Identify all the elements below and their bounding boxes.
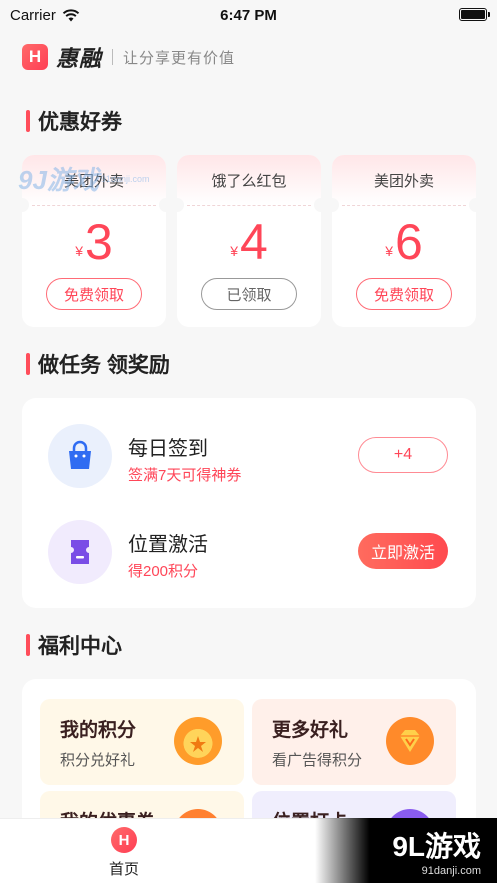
wifi-icon: [62, 8, 80, 21]
coupon-amount: ¥ 6: [332, 216, 476, 268]
home-icon: H: [111, 827, 137, 853]
watermark-top: 9J游戏 91danji.com: [18, 160, 149, 197]
coupon-card[interactable]: 饿了么红包 ¥ 4 已领取: [177, 155, 321, 327]
coupon-notch: [469, 198, 476, 212]
welfare-title: 更多好礼: [272, 720, 349, 741]
coupon-value: 3: [84, 214, 113, 270]
welfare-subtitle: 看广告得积分: [272, 752, 363, 769]
claimed-button[interactable]: 已领取: [201, 278, 297, 310]
welfare-subtitle: 积分兑好礼: [60, 752, 136, 769]
shopping-bag-icon: [48, 424, 112, 488]
tab-label: 首页: [108, 861, 139, 878]
section-accent-bar: [26, 353, 30, 375]
task-item-daily-checkin: 每日签到 签满7天可得神券 +4: [22, 410, 476, 500]
watermark-bottom: 9L游戏 91danji.com: [315, 818, 497, 883]
watermark-text: 9J游戏: [18, 165, 99, 195]
claim-button[interactable]: 免费领取: [356, 278, 452, 310]
section-accent-bar: [26, 634, 30, 656]
coupon-notch: [314, 198, 321, 212]
section-title-text: 优惠好券: [38, 111, 122, 134]
task-item-location-activate: 位置激活 得200积分 立即激活: [22, 506, 476, 596]
coupon-amount: ¥ 4: [177, 216, 321, 268]
coupon-separator: [32, 205, 156, 206]
coupon-card[interactable]: 美团外卖 ¥ 6 免费领取: [332, 155, 476, 327]
task-subtitle: 签满7天可得神券: [128, 467, 242, 484]
section-title-tasks: 做任务 领奖励: [26, 349, 170, 379]
activate-button[interactable]: 立即激活: [358, 533, 448, 569]
ticket-icon: [48, 520, 112, 584]
watermark-url: 91danji.com: [100, 173, 150, 184]
watermark-text: 9L游戏: [392, 830, 481, 862]
status-bar: Carrier 6:47 PM: [0, 0, 497, 30]
task-subtitle: 得200积分: [128, 563, 199, 580]
welfare-title: 我的积分: [60, 720, 137, 741]
section-accent-bar: [26, 110, 30, 132]
app-logo: H: [22, 44, 48, 70]
app-header: H 惠融 让分享更有价值: [22, 40, 235, 74]
section-title-welfare: 福利中心: [26, 630, 122, 660]
watermark-url: 91danji.com: [421, 864, 481, 877]
carrier-label: Carrier: [10, 6, 56, 24]
diamond-icon: [386, 717, 434, 765]
coupon-name: 美团外卖: [332, 155, 476, 205]
task-title: 位置激活: [128, 534, 208, 556]
welfare-item-points[interactable]: 我的积分 积分兑好礼: [40, 699, 244, 785]
section-title-coupons: 优惠好券: [26, 106, 122, 136]
brand-name: 惠融: [56, 46, 103, 71]
coupon-separator: [342, 205, 466, 206]
brand-slogan: 让分享更有价值: [123, 49, 236, 67]
currency-symbol: ¥: [75, 243, 83, 259]
currency-symbol: ¥: [230, 243, 238, 259]
battery-icon: [459, 8, 490, 21]
coupon-value: 6: [394, 214, 423, 270]
battery-fill: [461, 10, 485, 19]
checkin-button[interactable]: +4: [358, 437, 448, 473]
status-left: Carrier: [10, 7, 80, 24]
coupon-name: 饿了么红包: [177, 155, 321, 205]
coupon-amount: ¥ 3: [22, 216, 166, 268]
task-title: 每日签到: [128, 438, 208, 460]
tab-home[interactable]: H 首页: [104, 827, 144, 879]
coupon-value: 4: [239, 214, 268, 270]
welfare-item-gifts[interactable]: 更多好礼 看广告得积分: [252, 699, 456, 785]
claim-button[interactable]: 免费领取: [46, 278, 142, 310]
coin-star-icon: [174, 717, 222, 765]
coupon-separator: [187, 205, 311, 206]
section-title-text: 福利中心: [38, 635, 122, 658]
header-divider: [112, 49, 114, 65]
currency-symbol: ¥: [385, 243, 393, 259]
coupon-notch: [159, 198, 166, 212]
section-title-text: 做任务 领奖励: [38, 354, 170, 377]
task-card: 每日签到 签满7天可得神券 +4 位置激活 得200积分 立即激活: [22, 398, 476, 608]
